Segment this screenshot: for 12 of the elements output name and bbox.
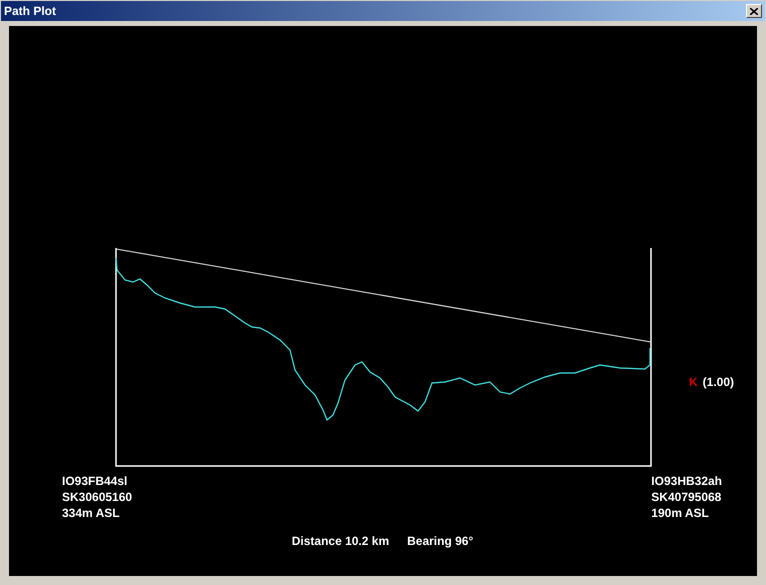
close-button[interactable] bbox=[746, 4, 762, 18]
grid-reference-label: SK30605160 bbox=[62, 489, 132, 505]
locator-label: IO93HB32ah bbox=[651, 473, 722, 489]
distance-label: Distance 10.2 km bbox=[292, 533, 390, 549]
elevation-label: 190m ASL bbox=[651, 505, 710, 521]
bearing-label: Bearing 96° bbox=[407, 533, 474, 549]
window-title: Path Plot bbox=[4, 4, 56, 18]
close-icon bbox=[750, 8, 758, 14]
locator-label: IO93FB44sl bbox=[62, 473, 128, 489]
elevation-label: 334m ASL bbox=[62, 505, 121, 521]
grid-reference-label: SK40795068 bbox=[651, 489, 722, 505]
k-factor-label: K (1.00) bbox=[689, 375, 734, 389]
